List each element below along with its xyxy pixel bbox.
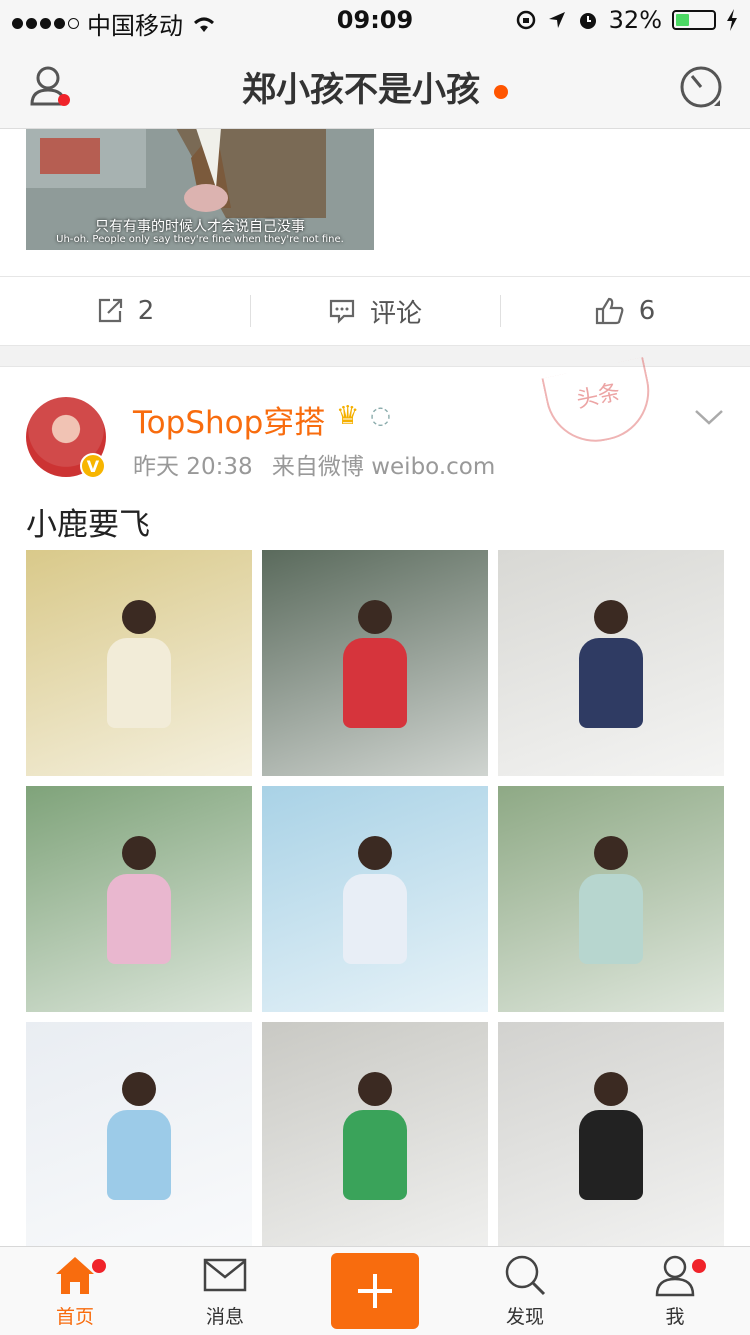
tab-discover[interactable]: 发现 [450,1247,600,1335]
like-count: 6 [638,296,656,326]
person-figure-body [107,1110,171,1200]
charging-bolt-icon [727,9,737,31]
caption-english: Uh-oh. People only say they're fine when… [56,234,344,245]
person-figure-head [594,1072,628,1106]
post-photo[interactable] [262,550,488,776]
tab-me[interactable]: 我 [600,1247,750,1335]
page-title[interactable]: 郑小孩不是小孩 [0,62,750,111]
post-time: 昨天 20:38 [133,454,253,480]
ring-badge-icon[interactable]: ◌ [370,401,391,429]
like-button[interactable]: 6 [500,277,750,345]
post-photo[interactable] [262,786,488,1012]
person-figure-head [358,1072,392,1106]
battery-icon [672,10,716,30]
post-photo[interactable] [26,1022,252,1248]
tab-compose[interactable] [300,1247,450,1335]
post-photo[interactable] [498,1022,724,1248]
person-figure-head [122,600,156,634]
search-icon [505,1255,546,1296]
post-photo[interactable] [262,1022,488,1248]
tab-messages[interactable]: 消息 [150,1247,300,1335]
post-source[interactable]: 来自微博 weibo.com [272,454,495,480]
repost-icon [98,298,122,323]
person-figure-head [358,600,392,634]
comment-label: 评论 [369,298,422,329]
profile-icon [655,1255,695,1297]
username[interactable]: TopShop穿搭 [133,397,325,442]
thumbs-up-icon [595,297,624,325]
home-icon [56,1257,94,1294]
headline-stamp: 头条 [541,356,659,452]
person-figure-body [343,874,407,964]
location-arrow-icon [548,12,565,28]
radar-icon[interactable] [676,62,726,112]
person-figure-head [594,836,628,870]
post-image[interactable]: 只有有事的时候人才会说自己没事 Uh-oh. People only say t… [26,128,374,250]
notification-dot [494,84,508,99]
tab-home-label: 首页 [55,1306,94,1328]
post-actions: 2 评论 6 [0,276,750,346]
plus-icon [358,1274,392,1308]
person-figure-head [594,600,628,634]
tab-me-label: 我 [665,1306,685,1328]
orientation-lock-icon [516,10,535,30]
person-figure-body [579,874,643,964]
me-badge [692,1259,706,1273]
alarm-icon [579,13,596,29]
chevron-down-icon[interactable] [694,407,724,427]
person-figure-body [107,638,171,728]
post-photo[interactable] [498,786,724,1012]
person-figure-body [579,638,643,728]
tab-discover-label: 发现 [505,1306,544,1328]
post-photo[interactable] [26,550,252,776]
post-text: 小鹿要飞 [26,507,150,543]
tab-messages-label: 消息 [205,1306,244,1328]
home-badge [92,1259,106,1273]
verified-badge: V [80,453,106,479]
status-bar: 中国移动 09:09 32% [0,0,750,40]
compose-button[interactable] [331,1253,419,1329]
comment-button[interactable]: 评论 [250,277,500,345]
tab-bar: 首页 消息 发现 我 [0,1246,750,1335]
post-photo[interactable] [26,786,252,1012]
post-photo[interactable] [498,550,724,776]
crown-badge-icon[interactable]: ♛ [336,401,359,431]
repost-count: 2 [137,296,155,326]
caption-chinese: 只有有事的时候人才会说自己没事 [95,219,305,235]
previous-post: 只有有事的时候人才会说自己没事 Uh-oh. People only say t… [0,128,750,276]
person-figure-head [122,836,156,870]
person-figure-body [579,1110,643,1200]
person-figure-body [107,874,171,964]
person-figure-body [343,638,407,728]
weibo-post-card: V TopShop穿搭 ♛ ◌ 昨天 20:38 来自微博 weibo.com … [0,356,750,1248]
repost-button[interactable]: 2 [0,277,250,345]
person-figure-head [122,1072,156,1106]
person-figure-head [358,836,392,870]
mail-icon [203,1258,247,1292]
battery-percent: 32% [608,6,662,34]
post-meta: 昨天 20:38 来自微博 weibo.com [133,447,495,481]
person-figure-body [343,1110,407,1200]
comment-icon [329,299,355,324]
tab-home[interactable]: 首页 [0,1247,150,1335]
